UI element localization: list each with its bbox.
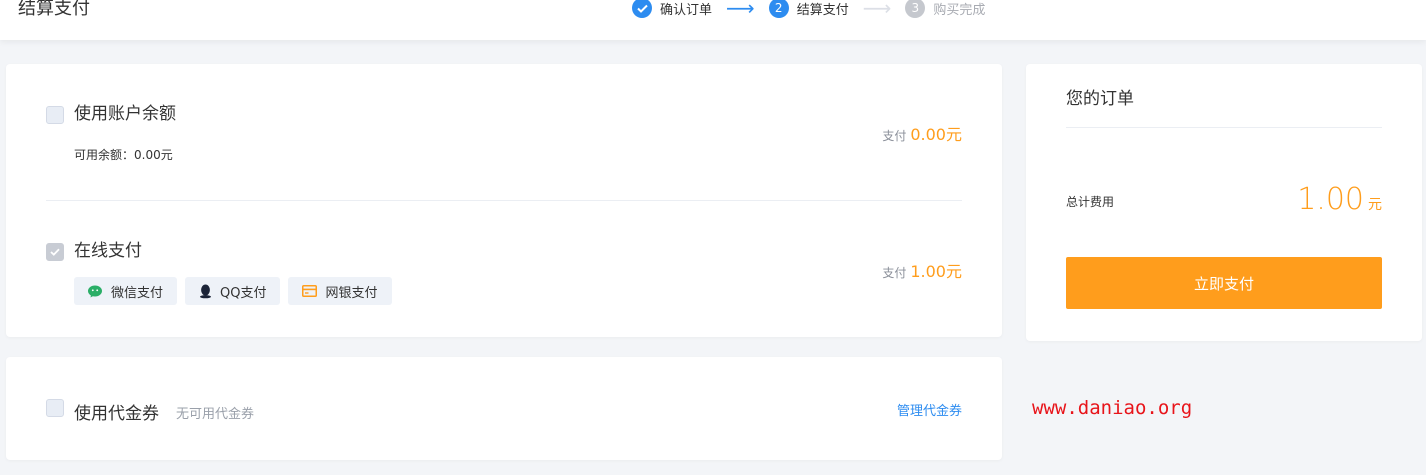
arrow-right-icon: ⟶ xyxy=(726,0,755,20)
coupon-card: 使用代金券 无可用代金券 管理代金券 xyxy=(6,357,1002,460)
divider xyxy=(46,200,962,201)
order-title: 您的订单 xyxy=(1066,89,1134,109)
qq-pay-button[interactable]: QQ支付 xyxy=(185,277,281,305)
manage-coupons-link[interactable]: 管理代金券 xyxy=(897,400,962,419)
total-value: 1.00 xyxy=(1297,182,1364,217)
check-icon xyxy=(632,0,652,18)
step-number: 3 xyxy=(905,0,926,18)
bank-card-icon xyxy=(302,285,318,297)
pay-label: 支付 xyxy=(882,129,907,143)
divider xyxy=(1066,127,1382,128)
method-label: QQ支付 xyxy=(220,285,267,301)
payment-methods: 微信支付 QQ支付 网银支付 xyxy=(74,277,400,305)
available-balance: 可用余额：0.00元 xyxy=(74,148,173,162)
watermark: www.daniao.org xyxy=(1032,397,1193,419)
pay-now-button[interactable]: 立即支付 xyxy=(1066,257,1382,309)
page-title: 结算支付 xyxy=(18,0,90,19)
step-label: 确认订单 xyxy=(660,2,713,18)
wechat-icon xyxy=(88,285,103,298)
step-number: 2 xyxy=(768,0,789,18)
pay-label: 支付 xyxy=(882,266,907,280)
coupon-checkbox[interactable] xyxy=(46,399,64,417)
method-label: 微信支付 xyxy=(111,285,164,301)
online-pay-amount: 支付 1.00元 xyxy=(882,258,962,282)
qq-icon xyxy=(199,284,212,299)
step-confirm-order: 确认订单 xyxy=(632,0,712,18)
checkout-steps: 确认订单 ⟶ 2 结算支付 ⟶ 3 购买完成 xyxy=(632,0,985,19)
coupon-title: 使用代金券 xyxy=(74,404,159,424)
total-amount: 1.00 元 xyxy=(1297,182,1382,217)
total-unit: 元 xyxy=(1368,197,1382,213)
balance-option-title: 使用账户余额 xyxy=(74,104,176,124)
online-pay-title: 在线支付 xyxy=(74,241,142,261)
method-label: 网银支付 xyxy=(325,285,378,301)
wechat-pay-button[interactable]: 微信支付 xyxy=(74,277,178,305)
step-purchase-complete: 3 购买完成 xyxy=(905,0,985,18)
coupon-status: 无可用代金券 xyxy=(176,407,255,422)
arrow-right-icon: ⟶ xyxy=(862,0,892,20)
bank-pay-button[interactable]: 网银支付 xyxy=(288,277,392,305)
step-label: 结算支付 xyxy=(796,2,849,18)
pay-value: 0.00元 xyxy=(910,125,962,144)
payment-options-card: 使用账户余额 可用余额：0.00元 支付 0.00元 在线支付 支付 1.00元 微… xyxy=(6,64,1002,337)
step-checkout-pay: 2 结算支付 xyxy=(768,0,849,18)
pay-value: 1.00元 xyxy=(910,262,962,281)
order-summary-card: 您的订单 总计费用 1.00 元 立即支付 xyxy=(1026,64,1422,341)
online-pay-checkbox[interactable] xyxy=(46,243,64,261)
balance-pay-amount: 支付 0.00元 xyxy=(882,121,962,145)
check-icon xyxy=(50,248,60,256)
total-label: 总计费用 xyxy=(1066,195,1115,209)
step-label: 购买完成 xyxy=(933,2,986,18)
top-bar: 结算支付 确认订单 ⟶ 2 结算支付 ⟶ 3 购买完成 xyxy=(0,0,1426,40)
balance-checkbox[interactable] xyxy=(46,106,64,124)
